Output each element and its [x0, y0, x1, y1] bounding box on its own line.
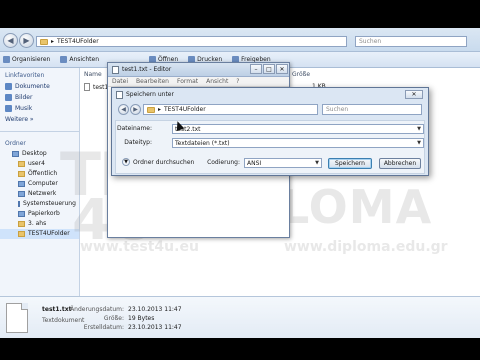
tree-item-test4ufolder[interactable]: TEST4UFolder: [0, 229, 79, 239]
address-arrow-icon: ▸: [158, 106, 162, 113]
filetype-value: Textdateien (*.txt): [175, 139, 230, 147]
favorite-music[interactable]: Musik: [0, 103, 79, 114]
network-icon: [18, 191, 25, 197]
details-size-value: 19 Bytes: [128, 315, 155, 322]
menu-view[interactable]: Ansicht: [206, 78, 228, 85]
views-icon: [60, 56, 68, 63]
dialog-address-box[interactable]: ▸ TEST4UFolder: [143, 104, 318, 115]
encoding-select[interactable]: ANSI ▼: [244, 158, 322, 168]
tree-item-computer[interactable]: Computer: [0, 179, 79, 189]
music-icon: [5, 105, 12, 112]
tree-item-public[interactable]: Öffentlich: [0, 169, 79, 179]
editor-title: test1.txt - Editor: [122, 66, 172, 73]
filename-input[interactable]: test2.txt ▼: [172, 124, 424, 134]
user-folder-icon: [18, 161, 25, 167]
dialog-close-button[interactable]: ✕: [405, 90, 423, 99]
folder-icon: [40, 38, 48, 45]
tree-item-network[interactable]: Netzwerk: [0, 189, 79, 199]
cancel-button[interactable]: Abbrechen: [379, 158, 421, 169]
more-link[interactable]: Weitere »: [0, 114, 79, 125]
save-button[interactable]: Speichern: [328, 158, 372, 169]
computer-icon: [18, 181, 25, 187]
filetype-label: Dateityp:: [124, 139, 152, 146]
minimize-button[interactable]: –: [250, 64, 262, 74]
dialog-title: Speichern unter: [126, 91, 174, 98]
pictures-icon: [5, 94, 12, 101]
control-panel-icon: [18, 201, 20, 207]
save-as-dialog: Speichern unter ✕ ◀ ▶ ▸ TEST4UFolder Suc…: [111, 87, 429, 176]
dialog-forward-button[interactable]: ▶: [130, 104, 141, 115]
filetype-select[interactable]: Textdateien (*.txt) ▼: [172, 138, 424, 148]
text-file-icon: [84, 83, 90, 91]
tree-item-control-panel[interactable]: Systemsteuerung: [0, 199, 79, 209]
address-arrow-icon: ▸: [51, 38, 55, 45]
details-modified-value: 23.10.2013 11:47: [128, 306, 182, 313]
tree-item-desktop[interactable]: Desktop: [0, 149, 79, 159]
address-text: TEST4UFolder: [57, 38, 99, 45]
dialog-search-input[interactable]: Suchen: [322, 104, 422, 115]
tree-item-3ahs[interactable]: 3. ahs: [0, 219, 79, 229]
column-header-size[interactable]: Größe: [292, 71, 310, 78]
folder-icon: [18, 171, 25, 177]
tree-item-user4[interactable]: user4: [0, 159, 79, 169]
folder-icon: [18, 221, 25, 227]
favorites-header: Linkfavoriten: [5, 72, 45, 79]
folder-icon: [18, 231, 25, 237]
search-input[interactable]: Suchen: [355, 36, 467, 47]
close-button[interactable]: ✕: [276, 64, 288, 74]
details-created-label: Erstelldatum:: [83, 324, 124, 331]
navigation-pane: Linkfavoriten Dokumente Bilder Musik Wei…: [0, 68, 80, 296]
details-pane: test1.txt Textdokument Änderungsdatum: 2…: [0, 296, 480, 338]
maximize-button[interactable]: □: [263, 64, 275, 74]
folder-icon: [147, 106, 155, 113]
address-box[interactable]: ▸ TEST4UFolder: [36, 36, 347, 47]
explorer-address-bar: ◀ ▶ ▸ TEST4UFolder Suchen: [0, 28, 480, 52]
chevron-down-icon[interactable]: ▼: [417, 126, 421, 132]
menu-help[interactable]: ?: [236, 78, 239, 85]
dialog-body: Dateiname: test2.txt ▼ Dateityp: Textdat…: [115, 120, 425, 174]
chevron-down-icon[interactable]: ▼: [417, 140, 421, 146]
top-black-bar: [0, 0, 480, 28]
chevron-down-icon[interactable]: ▼: [315, 160, 319, 166]
column-header-name[interactable]: Name: [84, 71, 102, 78]
documents-icon: [5, 83, 12, 90]
filename-label: Dateiname:: [116, 125, 152, 132]
details-created-value: 23.10.2013 11:47: [128, 324, 182, 331]
favorite-documents[interactable]: Dokumente: [0, 81, 79, 92]
folders-header[interactable]: Ordner: [0, 131, 79, 149]
views-button[interactable]: Ansichten: [60, 56, 99, 63]
notepad-icon: [116, 90, 123, 99]
notepad-icon: [112, 65, 119, 74]
forward-button[interactable]: ▶: [19, 33, 34, 48]
menu-file[interactable]: Datei: [112, 78, 128, 85]
dialog-address-text: TEST4UFolder: [164, 106, 206, 113]
back-button[interactable]: ◀: [3, 33, 18, 48]
details-size-label: Größe:: [103, 315, 124, 322]
dialog-nav-bar: ◀ ▶ ▸ TEST4UFolder Suchen: [116, 103, 424, 117]
editor-titlebar: test1.txt - Editor – □ ✕: [108, 63, 289, 77]
dialog-back-button[interactable]: ◀: [118, 104, 129, 115]
editor-menubar: Datei Bearbeiten Format Ansicht ?: [108, 77, 289, 87]
dialog-titlebar: Speichern unter: [112, 88, 428, 101]
recycle-bin-icon: [18, 211, 25, 217]
text-file-large-icon: [6, 303, 28, 333]
chevron-down-icon: ▼: [122, 158, 130, 166]
menu-format[interactable]: Format: [177, 78, 198, 85]
details-modified-label: Änderungsdatum:: [70, 306, 124, 313]
organize-icon: [3, 56, 10, 63]
editor-window-controls: – □ ✕: [250, 64, 288, 74]
favorite-pictures[interactable]: Bilder: [0, 92, 79, 103]
tree-item-recycle-bin[interactable]: Papierkorb: [0, 209, 79, 219]
desktop-icon: [12, 151, 19, 157]
menu-edit[interactable]: Bearbeiten: [136, 78, 169, 85]
encoding-label: Codierung:: [207, 159, 240, 166]
encoding-value: ANSI: [247, 159, 262, 167]
organize-button[interactable]: Organisieren: [3, 56, 50, 63]
bottom-black-bar: [0, 338, 480, 360]
